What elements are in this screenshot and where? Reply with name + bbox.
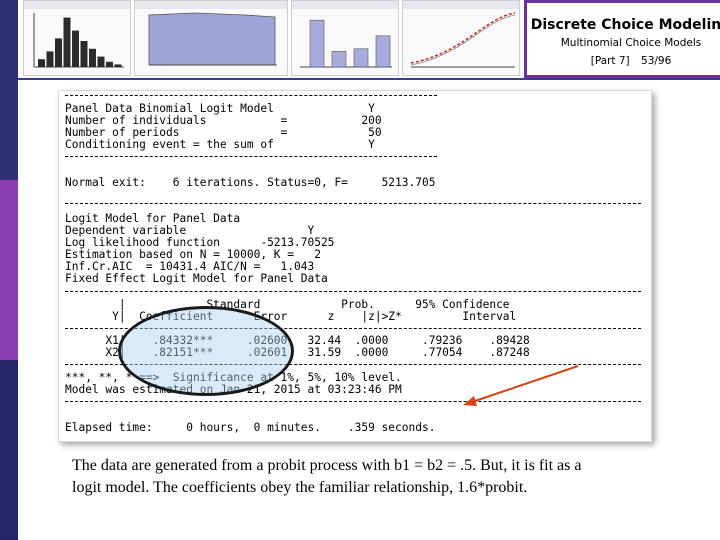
caption-line: logit model. The coefficients obey the f… — [72, 479, 528, 496]
caption: The data are generated from a probit pro… — [72, 455, 672, 499]
caption-line: The data are generated from a probit pro… — [72, 457, 582, 474]
